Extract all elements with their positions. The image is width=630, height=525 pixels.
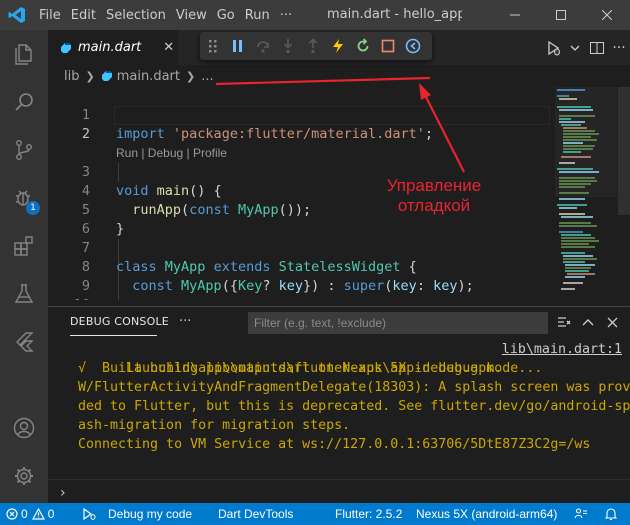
bell-icon — [605, 508, 617, 521]
gear-icon — [15, 467, 33, 485]
console-line: W/FlutterActivityAndFragmentDelegate(183… — [78, 380, 630, 395]
warning-count: 0 — [47, 507, 55, 521]
account-icon — [13, 417, 35, 439]
console-line-text: Launching lib\main.dart on Nexus 5X in d… — [126, 361, 543, 376]
status-debug-config[interactable]: Debug my code — [82, 503, 192, 525]
clear-console-button[interactable] — [554, 307, 574, 337]
annotation-line-2: отладкой — [397, 196, 471, 215]
tab-debug-console[interactable]: DEBUG CONSOLE — [70, 307, 169, 337]
debug-alt-icon — [83, 508, 96, 520]
active-tab-indicator — [70, 335, 157, 336]
clear-all-icon — [558, 317, 571, 327]
error-count: 0 — [21, 507, 28, 521]
panel-header: DEBUG CONSOLE ··· Filter (e.g. text, !ex… — [48, 307, 630, 337]
warning-icon — [31, 508, 45, 520]
annotation-arrow — [215, 76, 465, 173]
chevron-up-icon — [582, 319, 594, 326]
flutter-icon — [16, 332, 34, 352]
debug-config-label: Debug my code — [108, 507, 193, 521]
status-bar: 0 0 Debug my code Dart DevTools Flutter:… — [0, 503, 630, 525]
console-filter-input[interactable]: Filter (e.g. text, !exclude) — [248, 312, 548, 334]
activity-flutter[interactable] — [0, 318, 48, 366]
status-device[interactable]: Nexus 5X (android-arm64) — [416, 503, 557, 525]
status-problems[interactable]: 0 0 — [6, 503, 54, 525]
status-dart-devtools[interactable]: Dart DevTools — [218, 503, 293, 525]
console-line: Connecting to VM Service at ws://127.0.0… — [78, 437, 591, 452]
annotation-line-1: Управление — [386, 176, 482, 195]
close-panel-button[interactable] — [602, 307, 622, 337]
activity-manage[interactable] — [0, 452, 48, 500]
error-icon — [6, 508, 18, 520]
console-line: ded to Flutter, but this is deprecated. … — [78, 399, 630, 414]
maximize-panel-button[interactable] — [578, 307, 598, 337]
source-link[interactable]: lib\main.dart:1 — [502, 340, 622, 359]
panel-more-button[interactable]: ··· — [179, 307, 191, 337]
status-flutter-version[interactable]: Flutter: 2.5.2 — [335, 503, 402, 525]
console-input-prompt[interactable]: › — [60, 485, 66, 501]
bottom-panel: DEBUG CONSOLE ··· Filter (e.g. text, !ex… — [48, 306, 630, 503]
status-notifications[interactable] — [605, 503, 617, 525]
status-feedback[interactable] — [574, 503, 588, 525]
console-input-separator — [48, 479, 630, 480]
activity-accounts[interactable] — [0, 404, 48, 452]
console-line: ash-migration for migration steps. — [78, 418, 351, 433]
close-icon — [607, 317, 617, 327]
annotation-label: Управление отладкой — [354, 176, 514, 216]
feedback-icon — [574, 508, 587, 519]
